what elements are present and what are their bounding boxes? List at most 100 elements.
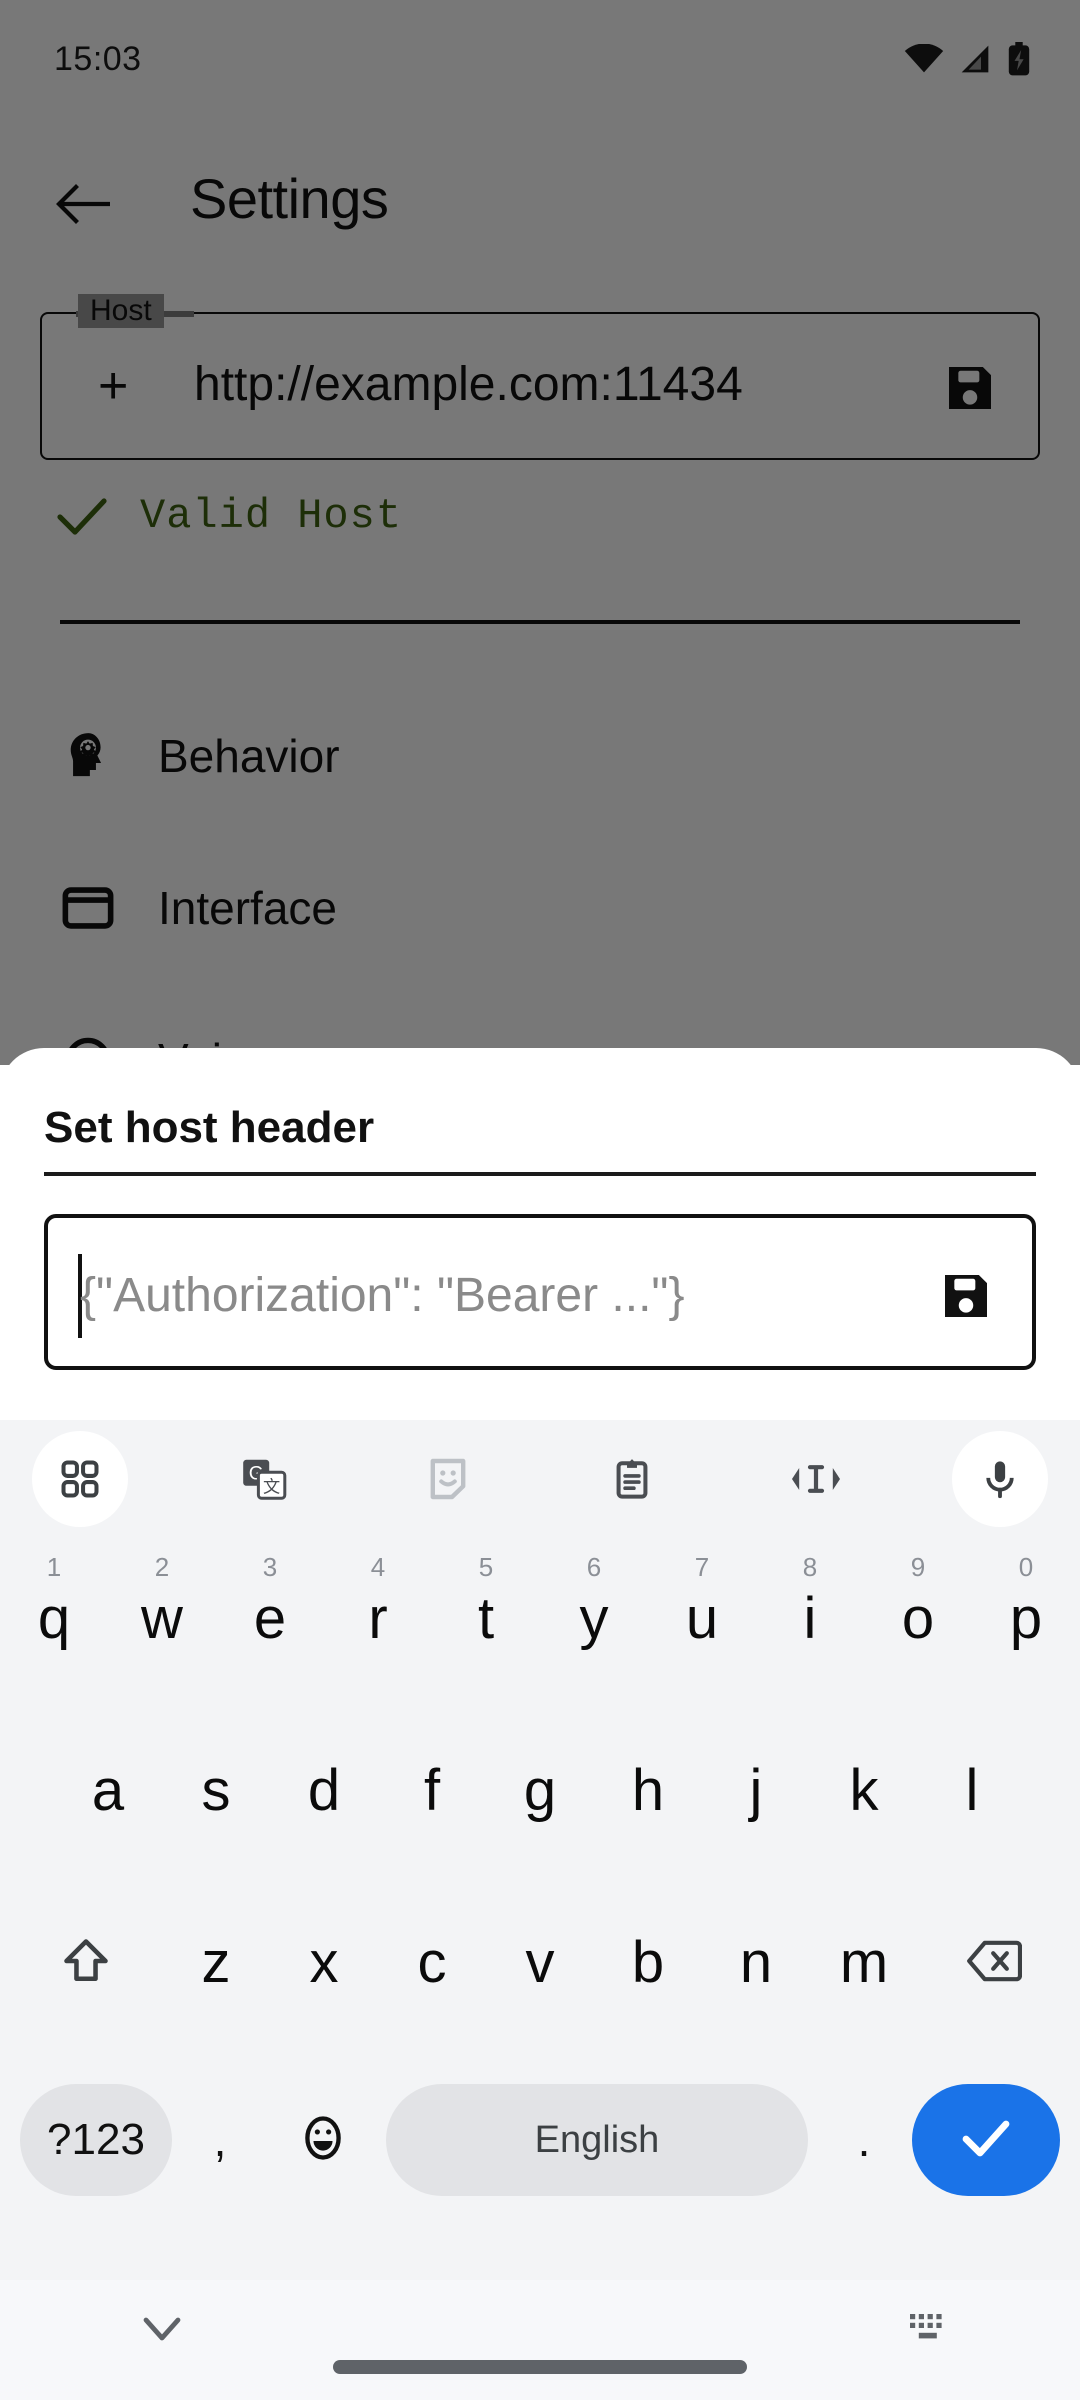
window-icon [60, 880, 130, 936]
keyboard-row-3: z x c v b n m [0, 1888, 1080, 2060]
chevron-down-icon [140, 2317, 184, 2350]
key-label: b [631, 1930, 665, 1995]
key-h[interactable]: h [594, 1716, 702, 1866]
key-n[interactable]: n [702, 1888, 810, 2038]
toolbar-spacer-3 [496, 1431, 584, 1527]
key-label: a [91, 1758, 125, 1823]
system-navigation-bar [0, 2280, 1080, 2400]
keyboard-row-1: 1q 2w 3e 4r 5t 6y 7u 8i 9o 0p [0, 1544, 1080, 1716]
period-key[interactable]: . [816, 2084, 912, 2196]
keyboard-row-bottom: ?123 , English . [0, 2060, 1080, 2220]
page-title: Settings [190, 167, 389, 230]
key-j[interactable]: j [702, 1716, 810, 1866]
wifi-icon [904, 44, 944, 74]
emoji-key[interactable] [268, 2084, 378, 2196]
battery-charging-icon [1006, 42, 1032, 76]
host-input-field[interactable]: Host + http://example.com:11434 [40, 294, 1040, 460]
keyboard-toolbar: G 文 [0, 1420, 1080, 1538]
dialog-divider [44, 1172, 1036, 1176]
key-hint: 4 [370, 1552, 386, 1582]
symbols-key[interactable]: ?123 [20, 2084, 172, 2196]
key-e[interactable]: 3e [216, 1544, 324, 1694]
back-button[interactable] [40, 164, 124, 248]
sticker-icon[interactable] [400, 1431, 496, 1527]
key-label: j [749, 1758, 763, 1823]
key-label: m [839, 1930, 889, 1995]
shift-key[interactable] [32, 1888, 140, 2038]
home-gesture-pill[interactable] [333, 2360, 747, 2374]
backspace-key[interactable] [940, 1888, 1048, 2038]
key-y[interactable]: 6y [540, 1544, 648, 1694]
key-k[interactable]: k [810, 1716, 918, 1866]
toolbar-spacer-4 [680, 1431, 768, 1527]
text-cursor-icon[interactable] [768, 1431, 864, 1527]
emoji-smiley-icon [297, 2112, 349, 2169]
settings-screen: 15:03 Settings Host + http://example.com… [0, 0, 1080, 1065]
microphone-icon[interactable] [952, 1431, 1048, 1527]
enter-key[interactable] [912, 2084, 1060, 2196]
key-hint: 0 [1018, 1552, 1034, 1582]
key-r[interactable]: 4r [324, 1544, 432, 1694]
key-label: z [201, 1930, 231, 1995]
key-label: r [368, 1586, 388, 1651]
key-label: l [965, 1758, 979, 1823]
key-c[interactable]: c [378, 1888, 486, 2038]
key-label: p [1009, 1586, 1043, 1651]
google-translate-icon[interactable]: G 文 [216, 1431, 312, 1527]
host-field-label: Host [78, 294, 164, 328]
check-icon [56, 495, 108, 537]
key-o[interactable]: 9o [864, 1544, 972, 1694]
key-v[interactable]: v [486, 1888, 594, 2038]
floppy-disk-icon[interactable] [938, 1268, 994, 1324]
key-l[interactable]: l [918, 1716, 1026, 1866]
key-label: c [417, 1930, 447, 1995]
key-label: h [631, 1758, 665, 1823]
key-label: t [477, 1586, 495, 1651]
section-divider [60, 620, 1020, 624]
key-d[interactable]: d [270, 1716, 378, 1866]
apps-grid-icon[interactable] [32, 1431, 128, 1527]
plus-icon[interactable]: + [98, 356, 128, 416]
head-gear-icon [60, 728, 130, 784]
key-m[interactable]: m [810, 1888, 918, 2038]
space-key[interactable]: English [386, 2084, 808, 2196]
key-t[interactable]: 5t [432, 1544, 540, 1694]
keyboard-key-rows: 1q 2w 3e 4r 5t 6y 7u 8i 9o 0p a s d f g … [0, 1538, 1080, 2220]
key-label: g [523, 1758, 557, 1823]
keyboard-switch-button[interactable] [906, 2308, 950, 2353]
key-q[interactable]: 1q [0, 1544, 108, 1694]
key-hint: 1 [46, 1552, 62, 1582]
key-b[interactable]: b [594, 1888, 702, 2038]
clipboard-icon[interactable] [584, 1431, 680, 1527]
key-a[interactable]: a [54, 1716, 162, 1866]
hide-keyboard-button[interactable] [140, 2312, 184, 2351]
key-z[interactable]: z [162, 1888, 270, 2038]
key-label: x [309, 1930, 339, 1995]
key-label: d [307, 1758, 341, 1823]
status-bar: 15:03 [0, 0, 1080, 88]
key-i[interactable]: 8i [756, 1544, 864, 1694]
host-input-value[interactable]: http://example.com:11434 [194, 352, 743, 418]
key-w[interactable]: 2w [108, 1544, 216, 1694]
key-p[interactable]: 0p [972, 1544, 1080, 1694]
key-x[interactable]: x [270, 1888, 378, 2038]
arrow-left-icon [54, 181, 111, 232]
key-u[interactable]: 7u [648, 1544, 756, 1694]
on-screen-keyboard: G 文 1 q 2 w 3 e 4 r 5 t 6 y 7 u 8 i 9 o … [0, 1420, 1080, 2280]
host-header-input-field[interactable]: {"Authorization": "Bearer ..."} [44, 1214, 1036, 1370]
backspace-icon [966, 1938, 1023, 1989]
comma-key[interactable]: , [172, 2084, 268, 2196]
key-label: q [37, 1586, 71, 1651]
check-icon [958, 2115, 1014, 2166]
toolbar-spacer-5 [864, 1431, 952, 1527]
key-f[interactable]: f [378, 1716, 486, 1866]
host-validation-status: Valid Host [56, 492, 402, 540]
key-g[interactable]: g [486, 1716, 594, 1866]
settings-item-interface[interactable]: Interface [0, 832, 1080, 984]
key-label: o [901, 1586, 935, 1651]
cellular-signal-icon [958, 44, 992, 74]
status-bar-icons [904, 42, 1032, 76]
settings-item-behavior[interactable]: Behavior [0, 680, 1080, 832]
floppy-disk-icon[interactable] [942, 360, 998, 416]
key-s[interactable]: s [162, 1716, 270, 1866]
